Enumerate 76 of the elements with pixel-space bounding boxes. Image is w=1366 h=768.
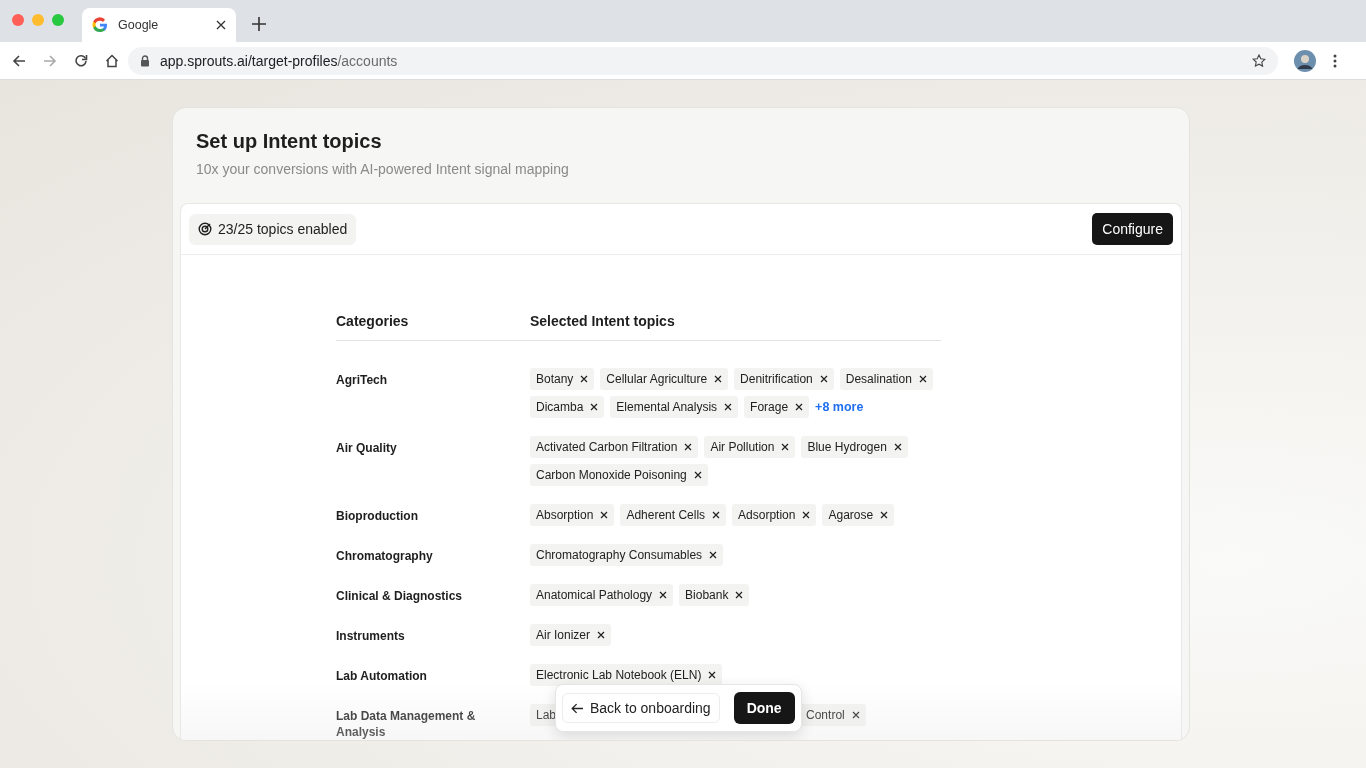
browser-tab[interactable]: Google (82, 8, 236, 42)
topic-label: Lab (536, 708, 557, 722)
home-icon[interactable] (105, 53, 119, 68)
category-name: Lab Data Management & Analysis (336, 708, 477, 740)
topic-label: Electronic Lab Notebook (ELN) (536, 668, 702, 682)
remove-icon[interactable] (659, 591, 668, 599)
url-text: app.sprouts.ai/target-profiles/accounts (160, 52, 399, 69)
category-name: AgriTech (336, 372, 389, 389)
topic-label: Carbon Monoxide Poisoning (536, 468, 687, 482)
remove-icon[interactable] (735, 591, 744, 599)
remove-icon[interactable] (918, 375, 927, 383)
topic-label: Control (806, 708, 845, 722)
avatar-icon[interactable] (1294, 49, 1316, 72)
topic-label: Air Pollution (710, 440, 775, 454)
target-icon (198, 222, 212, 236)
remove-icon[interactable] (684, 443, 693, 451)
back-button[interactable]: Back to onboarding (562, 693, 720, 723)
topic-label: Blue Hydrogen (807, 440, 887, 454)
topics-count: 23/25 topics enabled (218, 221, 348, 237)
remove-icon[interactable] (880, 511, 889, 519)
topic-label: Biobank (685, 588, 729, 602)
remove-icon[interactable] (693, 471, 702, 479)
category-name: Lab Automation (336, 668, 428, 685)
star-icon[interactable] (1252, 53, 1266, 68)
topic-label: Desalination (845, 372, 912, 386)
column-header: Categories (336, 313, 410, 329)
category-name: Chromatography (336, 548, 434, 565)
topic-label: Anatomical Pathology (536, 588, 653, 602)
back-arrow-icon (571, 702, 584, 714)
topic-label: Botany (536, 372, 574, 386)
category-name: Clinical & Diagnostics (336, 588, 464, 605)
remove-icon[interactable] (712, 511, 721, 519)
lock-icon (140, 54, 150, 67)
remove-icon[interactable] (795, 403, 804, 411)
remove-icon[interactable] (724, 403, 733, 411)
topic-label: Dicamba (536, 400, 584, 414)
category-name: Instruments (336, 628, 406, 645)
reload-icon[interactable] (74, 53, 88, 68)
category-name: Air Quality (336, 440, 398, 457)
remove-icon[interactable] (781, 443, 790, 451)
remove-icon[interactable] (708, 671, 717, 679)
close-icon[interactable] (216, 20, 226, 30)
topic-label: Forage (750, 400, 789, 414)
topic-label: Activated Carbon Filtration (536, 440, 678, 454)
remove-icon[interactable] (597, 631, 606, 639)
remove-icon[interactable] (714, 375, 723, 383)
google-logo-icon (92, 17, 108, 33)
remove-icon[interactable] (600, 511, 609, 519)
remove-icon[interactable] (802, 511, 811, 519)
topic-label: Chromatography Consumables (536, 548, 703, 562)
remove-icon[interactable] (709, 551, 718, 559)
tab-title: Google (118, 18, 160, 32)
configure-button[interactable]: Configure (1092, 213, 1173, 245)
remove-icon[interactable] (893, 443, 902, 451)
done-button[interactable]: Done (733, 692, 795, 724)
topic-label: Cellular Agriculture (606, 372, 708, 386)
address-bar[interactable]: app.sprouts.ai/target-profiles/accounts (128, 46, 1278, 75)
topic-label: Absorption (536, 508, 594, 522)
page-subtitle: 10x your conversions with AI-powered Intent signal mapping (196, 161, 570, 177)
column-header: Selected Intent topics (530, 313, 675, 329)
category-name: Bioproduction (336, 508, 419, 525)
topic-label: Adsorption (738, 508, 796, 522)
topic-label: Agarose (828, 508, 874, 522)
page-title: Set up Intent topics (196, 130, 383, 153)
remove-icon[interactable] (590, 403, 599, 411)
topic-label: Denitrification (740, 372, 813, 386)
more-topics-link[interactable]: +8 more (815, 400, 864, 414)
more-menu-icon[interactable] (1333, 53, 1337, 68)
back-arrow-icon[interactable] (12, 53, 26, 68)
topic-label: Adherent Cells (626, 508, 706, 522)
remove-icon[interactable] (580, 375, 589, 383)
topic-label: Elemental Analysis (616, 400, 718, 414)
remove-icon[interactable] (819, 375, 828, 383)
remove-icon[interactable] (851, 711, 860, 719)
new-tab-icon[interactable] (252, 17, 266, 31)
topic-label: Air Ionizer (536, 628, 591, 642)
